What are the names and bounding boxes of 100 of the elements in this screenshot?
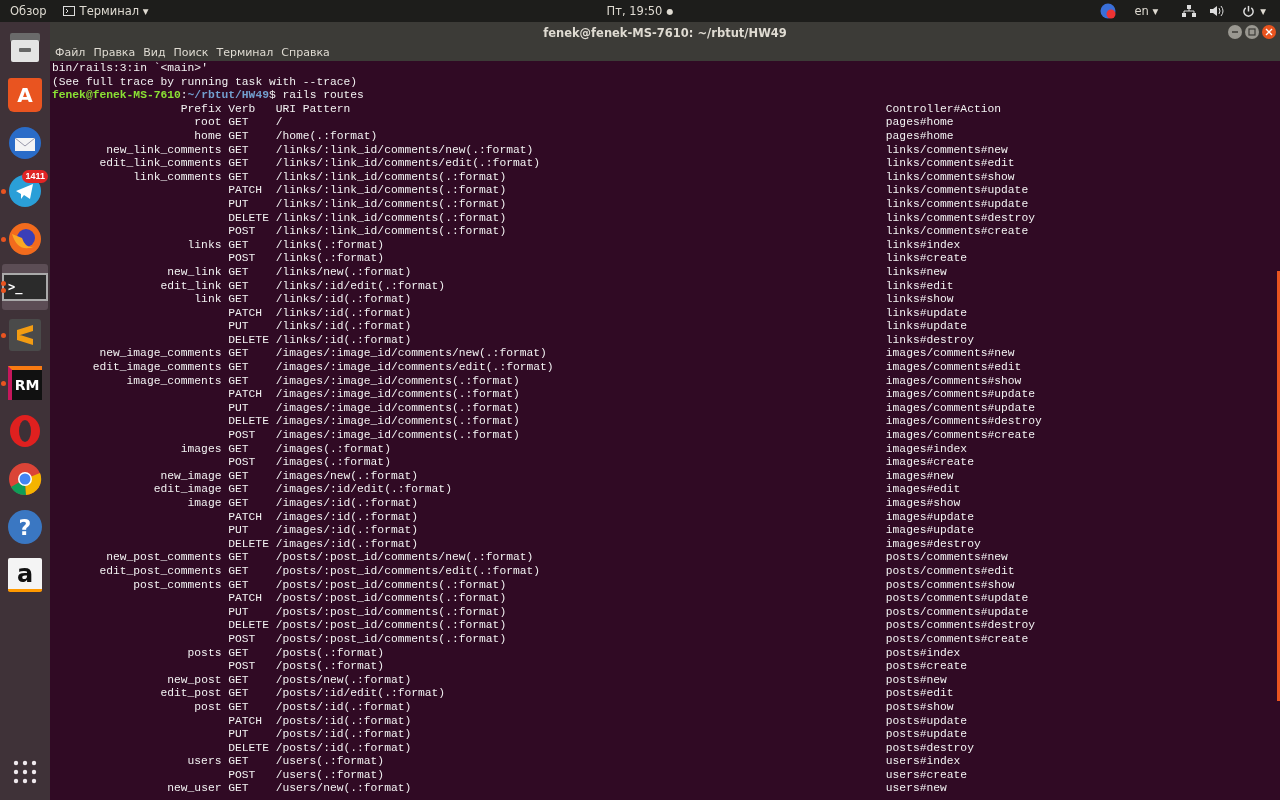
route-prefix: image_comments xyxy=(126,374,222,389)
http-verb: GET xyxy=(228,673,249,688)
app-launcher[interactable]: 1411 xyxy=(2,168,48,214)
http-verb: DELETE xyxy=(228,619,269,633)
route-prefix: edit_image_comments xyxy=(92,361,222,375)
uri-pattern: /posts/:id(.:format) xyxy=(275,714,412,729)
uri-pattern: /users/new(.:format) xyxy=(275,782,412,797)
controller-action: images#update xyxy=(885,524,974,538)
route-prefix: link_comments xyxy=(133,170,222,185)
uri-pattern: /images(.:format) xyxy=(275,456,391,470)
controller-action: images/comments#edit xyxy=(885,361,1022,375)
http-verb: PUT xyxy=(228,320,249,334)
browser-wheel-icon xyxy=(8,462,42,496)
uri-pattern: /links/:link_id/comments(.:format) xyxy=(275,211,507,226)
uri-pattern: /home(.:format) xyxy=(275,129,378,144)
browser-globe-icon xyxy=(8,222,42,256)
power-icon xyxy=(1242,4,1256,18)
controller-action: images/comments#new xyxy=(885,347,1015,362)
uri-pattern: /images/:id(.:format) xyxy=(275,537,419,552)
controller-action: links/comments#destroy xyxy=(885,211,1035,226)
uri-pattern: /posts/:post_id/comments/edit(.:format) xyxy=(275,564,541,579)
controller-action: images#create xyxy=(885,456,974,470)
menu-item[interactable]: Файл xyxy=(55,45,86,59)
http-verb: GET xyxy=(228,279,249,294)
maximize-icon xyxy=(1248,28,1256,36)
app-menu[interactable]: Терминал ▾ xyxy=(58,4,153,18)
power-menu[interactable]: ▾ xyxy=(1238,4,1270,18)
controller-action: links/comments#edit xyxy=(885,157,1015,171)
language-menu[interactable]: en ▾ xyxy=(1130,4,1163,18)
controller-action: posts/comments#new xyxy=(885,551,1008,565)
route-prefix: edit_post xyxy=(160,687,222,701)
http-verb: POST xyxy=(228,768,256,783)
http-verb: PATCH xyxy=(228,510,263,525)
controller-action: links#update xyxy=(885,320,968,334)
controller-action: users#create xyxy=(885,768,968,783)
tray-app-icon[interactable] xyxy=(1100,3,1117,19)
controller-action: posts#create xyxy=(885,660,968,674)
menu-item[interactable]: Поиск xyxy=(173,45,209,59)
uri-pattern: /links/:link_id/comments/new(.:format) xyxy=(275,143,534,158)
app-launcher[interactable]: ? xyxy=(2,504,48,550)
app-launcher[interactable]: a xyxy=(2,552,48,598)
ring-icon xyxy=(8,414,42,448)
controller-action: images#update xyxy=(885,510,974,525)
route-prefix: images xyxy=(180,442,222,457)
http-verb: POST xyxy=(228,632,256,647)
uri-pattern: /links/:id/edit(.:format) xyxy=(275,279,446,294)
column-header: Verb xyxy=(228,102,256,117)
route-prefix: new_image xyxy=(160,469,222,484)
uri-pattern: /images/:image_id/comments(.:format) xyxy=(275,429,520,443)
controller-action: images/comments#update xyxy=(885,388,1035,402)
close-button[interactable] xyxy=(1262,25,1276,39)
http-verb: PATCH xyxy=(228,388,263,402)
minimize-button[interactable] xyxy=(1228,25,1242,39)
controller-action: posts/comments#update xyxy=(885,605,1029,620)
http-verb: DELETE xyxy=(228,741,269,756)
app-launcher[interactable]: RM xyxy=(2,360,48,406)
app-launcher[interactable]: A xyxy=(2,72,48,118)
http-verb: PUT xyxy=(228,605,249,620)
prompt-separator: : xyxy=(180,89,188,103)
menu-item[interactable]: Правка xyxy=(93,45,136,59)
uri-pattern: /images/:image_id/comments(.:format) xyxy=(275,401,520,416)
controller-action: pages#home xyxy=(885,129,954,144)
http-verb: GET xyxy=(228,129,249,144)
controller-action: links#update xyxy=(885,306,968,321)
controller-action: links/comments#show xyxy=(885,170,1015,185)
app-launcher[interactable]: >_ xyxy=(2,264,48,310)
uri-pattern: /images/new(.:format) xyxy=(275,469,419,484)
scrollbar-thumb[interactable] xyxy=(1277,271,1280,701)
http-verb: GET xyxy=(228,646,249,661)
uri-pattern: / xyxy=(275,116,283,130)
uri-pattern: /images/:image_id/comments/edit(.:format) xyxy=(275,361,554,375)
route-prefix: edit_link xyxy=(160,279,222,294)
http-verb: GET xyxy=(228,143,249,158)
uri-pattern: /posts(.:format) xyxy=(275,660,385,674)
menu-item[interactable]: Вид xyxy=(143,45,166,59)
controller-action: posts#edit xyxy=(885,687,954,701)
uri-pattern: /links/:id(.:format) xyxy=(275,333,412,348)
controller-action: posts#destroy xyxy=(885,741,974,756)
uri-pattern: /links(.:format) xyxy=(275,252,385,266)
unread-badge: 1411 xyxy=(22,170,48,183)
http-verb: PATCH xyxy=(228,184,263,198)
http-verb: POST xyxy=(228,252,256,266)
controller-action: images#index xyxy=(885,442,968,457)
menu-item[interactable]: Справка xyxy=(281,45,330,59)
http-verb: DELETE xyxy=(228,537,269,552)
uri-pattern: /posts/:post_id/comments(.:format) xyxy=(275,592,507,606)
controller-action: users#new xyxy=(885,782,947,797)
network-icon[interactable] xyxy=(1182,5,1197,17)
http-verb: PATCH xyxy=(228,306,263,321)
activities-button[interactable]: Обзор xyxy=(10,4,47,18)
terminal-output-line: bin/rails:3:in `<main>' xyxy=(52,62,208,76)
volume-icon[interactable] xyxy=(1210,5,1225,17)
uri-pattern: /images/:image_id/comments(.:format) xyxy=(275,388,520,402)
clock[interactable]: Пт, 19:50 xyxy=(606,4,663,18)
route-prefix: new_post xyxy=(167,673,222,688)
http-verb: GET xyxy=(228,157,249,171)
terminal-icon: >_ xyxy=(2,273,48,301)
menu-item[interactable]: Терминал xyxy=(216,45,274,59)
maximize-button[interactable] xyxy=(1245,25,1259,39)
controller-action: images/comments#show xyxy=(885,374,1022,389)
